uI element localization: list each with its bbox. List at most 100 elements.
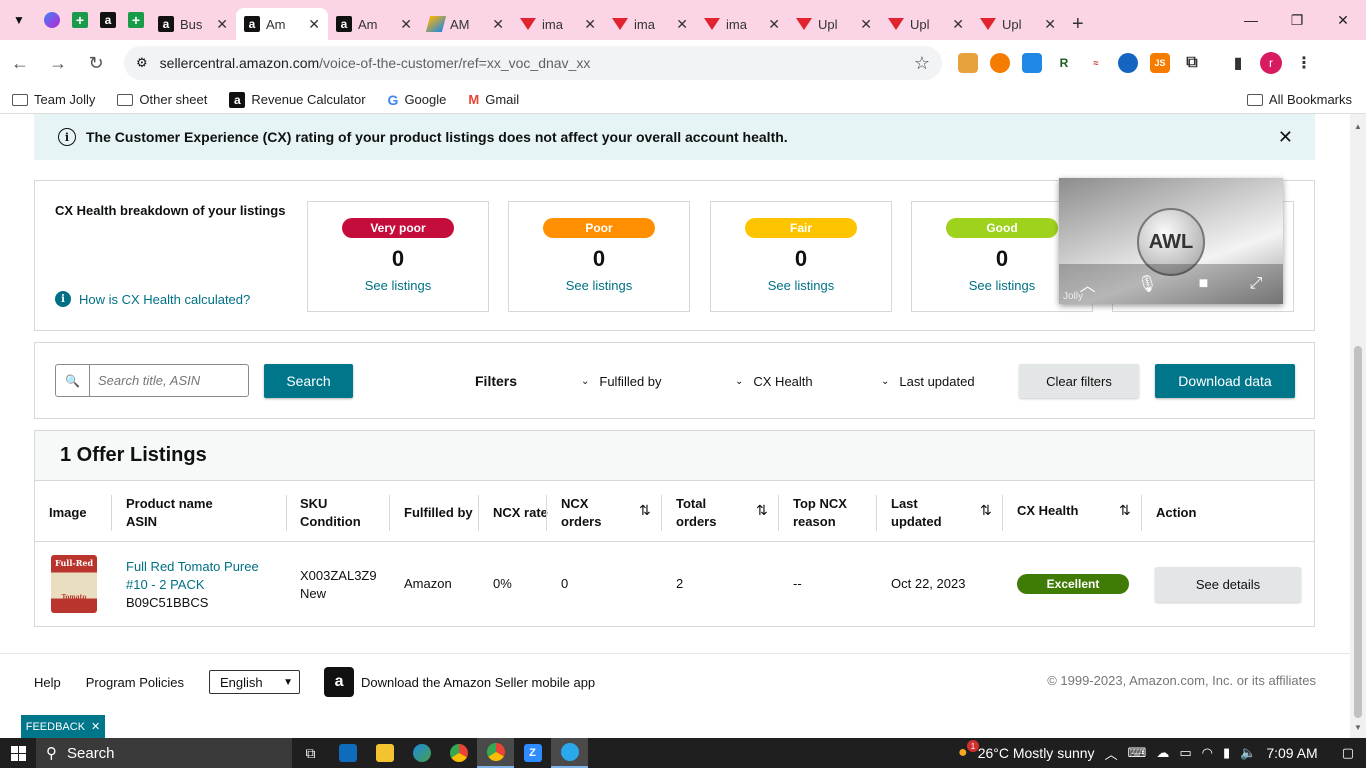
close-icon[interactable]: ✕ xyxy=(1278,127,1293,148)
bookmark-other-sheet[interactable]: Other sheet xyxy=(117,92,207,107)
tab-8[interactable]: ima ✕ xyxy=(512,8,604,40)
close-icon[interactable]: ✕ xyxy=(492,16,504,33)
bookmark-google[interactable]: G Google xyxy=(388,92,447,108)
all-bookmarks[interactable]: All Bookmarks xyxy=(1246,92,1352,107)
volume-icon[interactable]: 🔈 xyxy=(1240,745,1256,761)
tab-4[interactable]: a Bus ✕ xyxy=(150,8,236,40)
sort-icon[interactable]: ⇅ xyxy=(639,502,651,519)
see-listings-link[interactable]: See listings xyxy=(509,278,689,293)
forward-button[interactable]: → xyxy=(40,45,76,81)
extension-icon[interactable] xyxy=(1118,53,1138,73)
close-icon[interactable]: ✕ xyxy=(400,16,412,33)
tab-3[interactable]: + xyxy=(122,0,150,40)
scroll-up-icon[interactable]: ▲ xyxy=(1354,122,1362,131)
dropdown-last-updated[interactable]: ⌄ Last updated xyxy=(881,374,975,389)
cx-health-help-link[interactable]: i How is CX Health calculated? xyxy=(55,291,250,307)
sort-icon[interactable]: ⇅ xyxy=(756,502,768,519)
product-name-link[interactable]: Full Red Tomato Puree #10 - 2 PACK xyxy=(126,558,259,594)
program-policies-link[interactable]: Program Policies xyxy=(86,675,184,690)
feedback-button[interactable]: FEEDBACK ✕ xyxy=(21,715,105,738)
see-listings-link[interactable]: See listings xyxy=(308,278,488,293)
microphone-icon[interactable]: ▮ xyxy=(1223,745,1230,761)
start-button[interactable] xyxy=(0,738,36,768)
extension-icon[interactable] xyxy=(958,53,978,73)
cloud-icon[interactable]: ☁ xyxy=(1156,745,1169,761)
taskbar-app-chrome[interactable] xyxy=(440,738,477,768)
minimize-icon[interactable]: — xyxy=(1228,0,1274,40)
restore-icon[interactable]: ❐ xyxy=(1274,0,1320,40)
close-icon[interactable]: ✕ xyxy=(860,16,872,33)
battery-icon[interactable]: ▭ xyxy=(1179,745,1191,761)
tab-0[interactable] xyxy=(38,0,66,40)
profile-avatar[interactable]: r xyxy=(1260,52,1282,74)
scroll-down-icon[interactable]: ▼ xyxy=(1354,723,1362,732)
extension-icon[interactable]: ≈ xyxy=(1086,53,1106,73)
video-call-overlay[interactable]: AWL ︿ 🎙 ■ ⤢ Jolly xyxy=(1059,178,1283,304)
bookmark-gmail[interactable]: M Gmail xyxy=(468,92,519,107)
dropdown-cx-health[interactable]: ⌄ CX Health xyxy=(735,374,813,389)
taskbar-app-edge[interactable] xyxy=(403,738,440,768)
close-icon[interactable]: ✕ xyxy=(676,16,688,33)
tab-2[interactable]: a xyxy=(94,0,122,40)
taskbar-search[interactable]: ⚲ Search xyxy=(36,738,292,768)
language-select[interactable]: English ▼ xyxy=(209,670,301,694)
close-icon[interactable]: ✕ xyxy=(952,16,964,33)
weather-text[interactable]: 26°C Mostly sunny xyxy=(978,745,1095,761)
clock[interactable]: 7:09 AM xyxy=(1266,745,1317,761)
sort-icon[interactable]: ⇅ xyxy=(1119,502,1131,519)
close-icon[interactable]: ✕ xyxy=(91,720,100,733)
side-panel-icon[interactable]: ▮ xyxy=(1228,53,1248,73)
dropdown-fulfilled-by[interactable]: ⌄ Fulfilled by xyxy=(581,374,662,389)
clear-filters-button[interactable]: Clear filters xyxy=(1019,364,1139,398)
extension-icon[interactable] xyxy=(990,53,1010,73)
sort-icon[interactable]: ⇅ xyxy=(980,502,992,519)
tab-10[interactable]: ima ✕ xyxy=(696,8,788,40)
see-listings-link[interactable]: See listings xyxy=(711,278,891,293)
back-button[interactable]: ← xyxy=(2,45,38,81)
wifi-icon[interactable]: ◠ xyxy=(1202,745,1213,761)
extension-icon[interactable]: R xyxy=(1054,53,1074,73)
tab-7[interactable]: AM ✕ xyxy=(420,8,512,40)
taskbar-app-explorer[interactable] xyxy=(366,738,403,768)
bookmark-revenue-calculator[interactable]: a Revenue Calculator xyxy=(229,91,366,108)
close-icon[interactable]: ✕ xyxy=(308,16,320,33)
extension-icon[interactable]: JS xyxy=(1150,53,1170,73)
camera-icon[interactable]: ■ xyxy=(1199,275,1209,293)
puzzle-icon[interactable]: ⧉ xyxy=(1182,53,1202,73)
weather-icon[interactable]: ● 1 xyxy=(958,740,980,762)
reload-button[interactable]: ↻ xyxy=(78,45,114,81)
taskbar-app-chrome-active[interactable] xyxy=(477,738,514,768)
close-icon[interactable]: ✕ xyxy=(768,16,780,33)
see-details-button[interactable]: See details xyxy=(1155,567,1301,602)
close-icon[interactable]: ✕ xyxy=(216,16,228,33)
tab-9[interactable]: ima ✕ xyxy=(604,8,696,40)
kebab-menu-icon[interactable]: ⋮ xyxy=(1294,53,1314,73)
close-icon[interactable]: ✕ xyxy=(584,16,596,33)
taskbar-app-zoom[interactable]: Z xyxy=(514,738,551,768)
search-input[interactable] xyxy=(90,365,240,396)
tab-12[interactable]: Upl ✕ xyxy=(880,8,972,40)
tab-6[interactable]: a Am ✕ xyxy=(328,8,420,40)
chevron-up-icon[interactable]: ︿ xyxy=(1105,744,1118,763)
meet-now-icon[interactable]: ⌨ xyxy=(1128,745,1147,761)
task-view-button[interactable]: ⧉ xyxy=(292,738,329,768)
expand-icon[interactable]: ⤢ xyxy=(1250,275,1263,293)
download-data-button[interactable]: Download data xyxy=(1155,364,1295,398)
help-link[interactable]: Help xyxy=(34,675,61,690)
tab-1[interactable]: + xyxy=(66,0,94,40)
tab-search-button[interactable]: ▼ xyxy=(0,0,38,40)
scrollbar-thumb[interactable] xyxy=(1354,346,1362,718)
close-window-icon[interactable]: ✕ xyxy=(1320,0,1366,40)
search-button[interactable]: Search xyxy=(264,364,353,398)
download-app-link[interactable]: Download the Amazon Seller mobile app xyxy=(361,675,595,690)
notifications-icon[interactable]: ▢ xyxy=(1342,745,1354,761)
site-info-icon[interactable]: ⚙ xyxy=(136,55,148,71)
tab-13[interactable]: Upl ✕ xyxy=(972,8,1064,40)
bookmark-star-icon[interactable]: ☆ xyxy=(914,53,930,74)
new-tab-button[interactable]: + xyxy=(1064,8,1100,40)
mic-muted-icon[interactable]: 🎙 xyxy=(1137,274,1157,294)
extension-icon[interactable] xyxy=(1022,53,1042,73)
url-bar[interactable]: ⚙ sellercentral.amazon.com /voice-of-the… xyxy=(124,46,942,80)
close-icon[interactable]: ✕ xyxy=(1044,16,1056,33)
taskbar-app-telegram[interactable] xyxy=(551,738,588,768)
